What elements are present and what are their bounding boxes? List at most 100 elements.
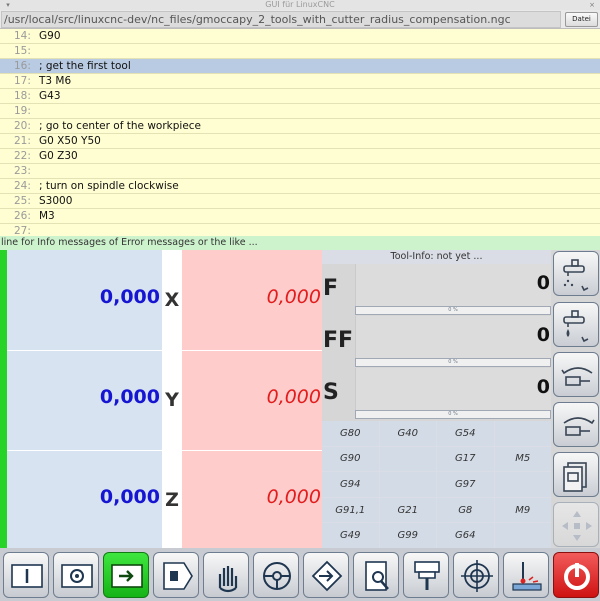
- dro-dtg-value: 0,000: [266, 286, 321, 308]
- target-button[interactable]: [453, 552, 499, 598]
- line-number: 20:: [14, 120, 31, 132]
- line-number: 22:: [14, 150, 31, 162]
- coolant-flood-icon: [563, 310, 589, 343]
- line-code: ; get the first tool: [39, 60, 131, 72]
- line-number: 18:: [14, 90, 31, 102]
- probe-button[interactable]: [503, 552, 549, 598]
- gcode-cell: G99: [379, 523, 436, 548]
- line-number: 16:: [14, 60, 31, 72]
- dro-distance-to-go-z[interactable]: 0,000: [182, 450, 322, 550]
- editor-line[interactable]: 21: G0 X50 Y50: [0, 134, 600, 149]
- axis-label-y: Y: [162, 350, 182, 450]
- jog-arrows-icon: [562, 511, 592, 541]
- editor-line[interactable]: 26: M3: [0, 209, 600, 224]
- editor-line[interactable]: 23:: [0, 164, 600, 179]
- speed-row-ff: FF 0 0 %: [322, 316, 551, 368]
- touch-off-button[interactable]: [303, 552, 349, 598]
- gcode-cell: G91,1: [322, 497, 379, 523]
- line-number: 19:: [14, 105, 31, 117]
- speed-value: 0: [536, 272, 550, 294]
- editor-line[interactable]: 14: G90: [0, 29, 600, 44]
- auto-mode-button[interactable]: [103, 552, 149, 598]
- touch-off-icon: [311, 560, 343, 592]
- dro-distance-to-go-x[interactable]: 0,000: [182, 250, 322, 350]
- gcode-cell: G80: [322, 421, 379, 446]
- edit-button[interactable]: [353, 552, 399, 598]
- close-window-icon[interactable]: ×: [588, 1, 596, 9]
- spindle-cw-button[interactable]: [553, 402, 599, 447]
- power-icon: [564, 563, 590, 590]
- file-button[interactable]: Datei: [565, 12, 598, 27]
- line-code: G43: [39, 90, 61, 102]
- dro-separator: [7, 350, 322, 351]
- editor-line[interactable]: 25: S3000: [0, 194, 600, 209]
- window-title: GUI für LinuxCNC: [265, 0, 335, 9]
- power-button[interactable]: [553, 552, 599, 598]
- coolant-flood-button[interactable]: [553, 302, 599, 347]
- edit-icon: [365, 561, 389, 591]
- speed-row-s: S 0 0 %: [322, 368, 551, 420]
- dro-row-z[interactable]: 0,000 Z 0,000: [0, 450, 322, 550]
- editor-line[interactable]: 18: G43: [0, 89, 600, 104]
- dro-absolute-x[interactable]: 0,000: [7, 250, 162, 350]
- jog-arrows-button[interactable]: [553, 502, 599, 547]
- gcode-cell: M9: [494, 497, 551, 523]
- editor-line[interactable]: 15:: [0, 44, 600, 59]
- dro-row-x[interactable]: 0,000 X 0,000: [0, 250, 322, 350]
- home-button[interactable]: [53, 552, 99, 598]
- dro-separator: [7, 450, 322, 451]
- dro-distance-to-go-y[interactable]: 0,000: [182, 350, 322, 450]
- steering-wheel-button[interactable]: [253, 552, 299, 598]
- gcode-cell: G17: [437, 446, 494, 472]
- gcode-cell: [494, 421, 551, 446]
- window-menu-icon[interactable]: ▾: [4, 1, 12, 9]
- tool-change-button[interactable]: [403, 552, 449, 598]
- spindle-cw-icon: [563, 417, 595, 436]
- editor-line[interactable]: 17: T3 M6: [0, 74, 600, 89]
- editor-line[interactable]: 27:: [0, 224, 600, 236]
- gcode-cell: G94: [322, 472, 379, 497]
- editor-line[interactable]: 20: ; go to center of the workpiece: [0, 119, 600, 134]
- gcode-cell: [494, 523, 551, 548]
- speed-progress-bar: 0 %: [355, 410, 551, 419]
- line-code: T3 M6: [39, 75, 72, 87]
- home-icon: [61, 564, 93, 588]
- manual-mode-button[interactable]: [3, 552, 49, 598]
- speed-display: 0: [355, 368, 551, 410]
- line-number: 23:: [14, 165, 31, 177]
- spindle-ccw-icon: [561, 367, 593, 386]
- editor-line[interactable]: 19:: [0, 104, 600, 119]
- editor-line[interactable]: 22: G0 Z30: [0, 149, 600, 164]
- dro-absolute-z[interactable]: 0,000: [7, 450, 162, 550]
- speed-row-f: F 0 0 %: [322, 264, 551, 316]
- file-path-field[interactable]: /usr/local/src/linuxcnc-dev/nc_files/gmo…: [1, 11, 561, 28]
- dro-row-y[interactable]: 0,000 Y 0,000: [0, 350, 322, 450]
- gcode-cell: G40: [379, 421, 436, 446]
- speed-value: 0: [536, 324, 550, 346]
- axis-active-indicator: [0, 350, 7, 450]
- line-number: 14:: [14, 30, 31, 42]
- hand-icon: [218, 566, 238, 593]
- coolant-mist-button[interactable]: [553, 251, 599, 296]
- dro-absolute-value: 0,000: [99, 486, 160, 508]
- line-code: ; turn on spindle clockwise: [39, 180, 179, 192]
- speed-progress-bar: 0 %: [355, 358, 551, 367]
- dro-absolute-y[interactable]: 0,000: [7, 350, 162, 450]
- speed-label: S: [323, 380, 339, 405]
- editor-line[interactable]: 24: ; turn on spindle clockwise: [0, 179, 600, 194]
- line-code: G90: [39, 30, 61, 42]
- file-bar: /usr/local/src/linuxcnc-dev/nc_files/gmo…: [0, 10, 600, 29]
- gcode-editor[interactable]: 14: G90 15: 16: ; get the first tool 17: T3 M6…: [0, 29, 600, 236]
- mdi-button[interactable]: [153, 552, 199, 598]
- hand-button[interactable]: [203, 552, 249, 598]
- spindle-ccw-button[interactable]: [553, 352, 599, 397]
- line-number: 21:: [14, 135, 31, 147]
- speed-display: 0: [355, 264, 551, 306]
- document-button[interactable]: [553, 452, 599, 497]
- line-code: G0 Z30: [39, 150, 78, 162]
- axis-active-indicator: [0, 250, 7, 350]
- editor-line[interactable]: 16: ; get the first tool: [0, 59, 600, 74]
- line-code: S3000: [39, 195, 73, 207]
- dro-dtg-value: 0,000: [266, 386, 321, 408]
- dro-absolute-value: 0,000: [99, 386, 160, 408]
